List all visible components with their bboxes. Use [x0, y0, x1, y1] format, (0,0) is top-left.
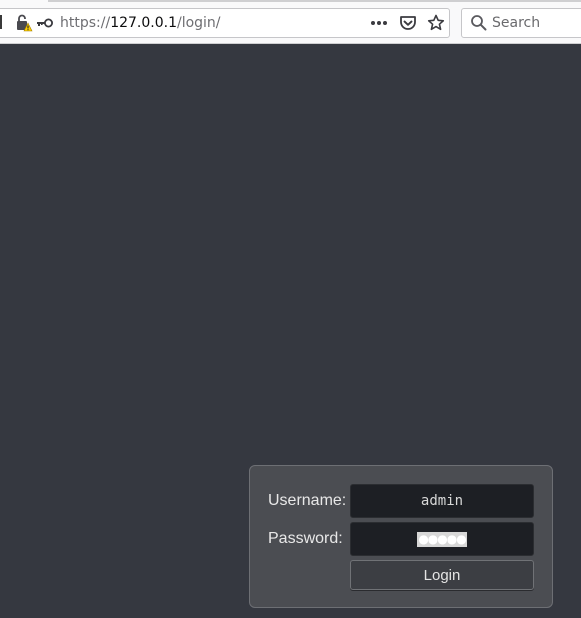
pocket-icon[interactable] [399, 14, 417, 32]
identity-separator [0, 15, 2, 29]
more-actions-icon[interactable] [370, 14, 388, 32]
active-tab-edge [0, 0, 48, 2]
url-scheme: https:// [60, 15, 111, 31]
password-value: ●●●●● [417, 531, 467, 547]
login-button[interactable]: Login [350, 560, 534, 590]
url-text[interactable]: https://127.0.0.1/login/ [60, 14, 221, 32]
password-label: Password: [268, 530, 343, 547]
lock-warning-icon[interactable] [15, 14, 33, 32]
username-field[interactable]: admin [350, 484, 534, 518]
search-placeholder[interactable]: Search [492, 14, 540, 32]
search-icon [471, 15, 487, 31]
username-label: Username: [268, 492, 347, 509]
tab-strip-border [48, 0, 581, 2]
password-field[interactable]: ●●●●● [350, 522, 534, 556]
url-host: 127.0.0.1 [110, 15, 177, 31]
bookmark-star-icon[interactable] [427, 14, 445, 32]
username-value: admin [420, 493, 464, 509]
key-icon[interactable] [36, 16, 54, 30]
url-path: /login/ [176, 15, 221, 31]
